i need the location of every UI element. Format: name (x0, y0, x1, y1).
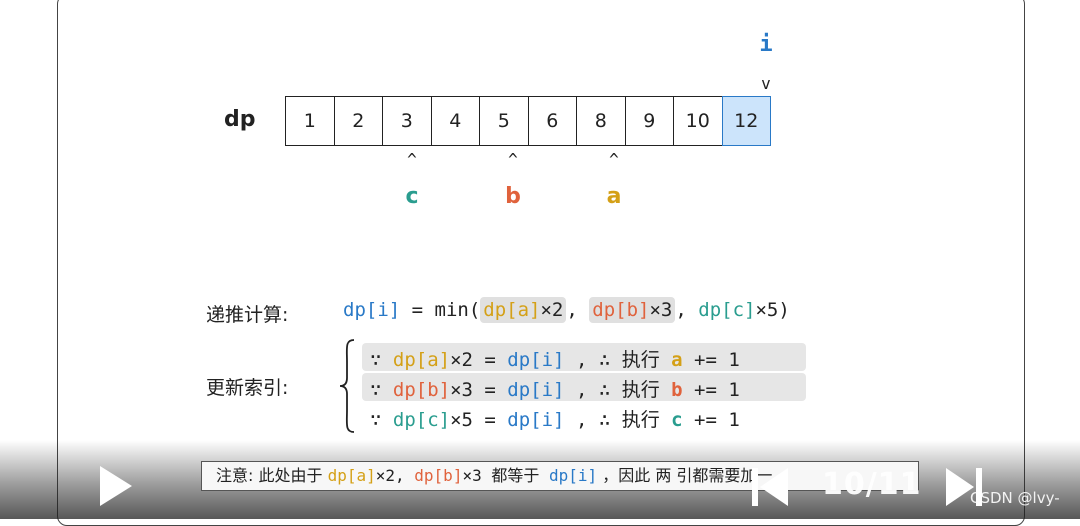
because-symbol: ∵ (370, 379, 393, 401)
row-therefore: , ∴ 执行 (564, 379, 672, 401)
note-suffix: ，因此 两 引都需要加一 (597, 466, 773, 485)
formula-term-c: dp[c] (698, 299, 756, 321)
previous-icon[interactable] (750, 466, 790, 508)
recurrence-formula: dp[i] = min(dp[a]×2, dp[b]×3, dp[c]×5) (343, 297, 790, 323)
row-therefore: , ∴ 执行 (564, 349, 672, 371)
note-term-b: dp[b] (414, 466, 463, 485)
formula-sep: , (675, 299, 699, 321)
row-rhs: dp[i] (507, 379, 565, 401)
row-term: dp[c] (392, 409, 451, 431)
note-term-i: dp[i] (549, 466, 598, 485)
watermark: CSDN @lvy- (970, 489, 1060, 507)
update-row-a: ∵ dp[a]×2 = dp[i] , ∴ 执行 a += 1 (370, 345, 740, 372)
dp-cell: 8 (576, 96, 626, 146)
because-symbol: ∵ (370, 349, 393, 371)
row-var: a (671, 349, 683, 371)
pointer-a-caret: ^ (609, 150, 619, 169)
formula-term-a: dp[a] (483, 299, 541, 321)
dp-cell: 6 (527, 96, 577, 146)
dp-cell: 3 (382, 96, 432, 146)
pointer-i-caret: v (761, 74, 771, 93)
dp-array: 1 2 3 4 5 6 8 9 10 12 (285, 96, 771, 146)
pointer-c-label: c (405, 184, 419, 209)
note-mult-b: ×3 都等于 (462, 466, 549, 485)
dp-cell: 5 (479, 96, 529, 146)
update-label: 更新索引: (206, 377, 289, 399)
formula-sep: , (566, 299, 590, 321)
row-op: += 1 (682, 409, 740, 431)
because-symbol: ∵ (370, 409, 393, 431)
update-row-c: ∵ dp[c]×5 = dp[i] , ∴ 执行 c += 1 (370, 405, 740, 432)
play-icon[interactable] (96, 464, 136, 508)
pointer-i-label: i (759, 32, 773, 57)
row-mult: ×5 = (450, 409, 508, 431)
dp-cell: 1 (285, 96, 335, 146)
dp-cell: 9 (624, 96, 674, 146)
row-var: b (671, 379, 683, 401)
formula-eq: = min( (400, 299, 481, 321)
note-prefix: 注意: 此处由于 (216, 466, 328, 485)
dp-cell: 2 (333, 96, 383, 146)
note-term-a: dp[a] (327, 466, 376, 485)
row-therefore: , ∴ 执行 (564, 409, 672, 431)
row-term: dp[a] (392, 349, 451, 371)
row-op: += 1 (682, 349, 740, 371)
row-var: c (671, 409, 683, 431)
note-mult-a: ×2, (375, 466, 415, 485)
dp-cell-current: 12 (721, 96, 771, 146)
pointer-b-label: b (505, 184, 521, 209)
formula-mult-c: ×5) (755, 299, 790, 321)
row-rhs: dp[i] (507, 409, 565, 431)
dp-cell: 10 (673, 96, 723, 146)
update-row-b: ∵ dp[b]×3 = dp[i] , ∴ 执行 b += 1 (370, 375, 740, 402)
pointer-b-caret: ^ (508, 150, 518, 169)
row-mult: ×2 = (450, 349, 508, 371)
page-counter: 10/11 (822, 467, 922, 502)
recurrence-label: 递推计算: (206, 304, 289, 326)
left-brace-icon (339, 339, 355, 433)
pointer-a-label: a (606, 184, 622, 209)
formula-lhs: dp[i] (343, 299, 401, 321)
formula-term-b: dp[b] (592, 299, 650, 321)
note-box: 注意: 此处由于 dp[a]×2, dp[b]×3 都等于 dp[i] ，因此 … (201, 461, 919, 491)
row-term: dp[b] (392, 379, 451, 401)
dp-label: dp (224, 107, 256, 132)
row-op: += 1 (682, 379, 740, 401)
row-rhs: dp[i] (507, 349, 565, 371)
dp-cell: 4 (430, 96, 480, 146)
formula-mult-a: ×2 (540, 299, 564, 321)
pointer-c-caret: ^ (407, 150, 417, 169)
formula-mult-b: ×3 (649, 299, 673, 321)
row-mult: ×3 = (450, 379, 508, 401)
